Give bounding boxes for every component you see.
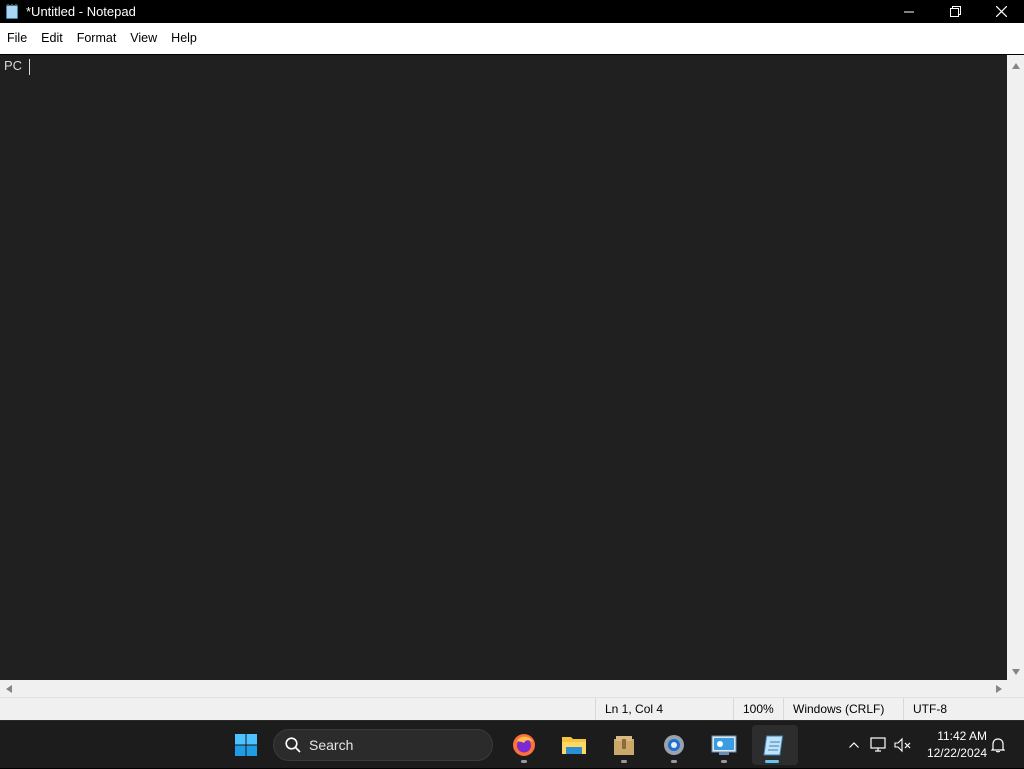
scroll-right-button[interactable] bbox=[990, 680, 1007, 697]
taskbar-clock[interactable]: 11:42 AM 12/22/2024 bbox=[913, 728, 987, 762]
taskbar-search[interactable]: Search bbox=[273, 729, 493, 761]
start-button[interactable] bbox=[226, 725, 266, 765]
menu-format[interactable]: Format bbox=[70, 23, 124, 54]
horizontal-scrollbar[interactable] bbox=[0, 680, 1007, 697]
scroll-up-button[interactable] bbox=[1007, 57, 1024, 74]
notepad-icon bbox=[763, 735, 784, 756]
restore-button[interactable] bbox=[932, 0, 978, 23]
show-hidden-icons-button[interactable] bbox=[844, 721, 864, 769]
running-indicator bbox=[721, 760, 727, 763]
encoding: UTF-8 bbox=[903, 698, 1024, 720]
search-icon bbox=[285, 737, 301, 753]
taskbar: Search 11:42 AM 12/22/2024 bbox=[0, 720, 1024, 768]
running-indicator bbox=[621, 760, 627, 763]
menu-bar: File Edit Format View Help bbox=[0, 23, 1024, 54]
window-controls bbox=[886, 0, 1024, 23]
close-icon bbox=[995, 6, 1007, 17]
clock-date: 12/22/2024 bbox=[926, 746, 987, 760]
network-icon bbox=[870, 737, 886, 752]
scroll-right-icon bbox=[995, 684, 1002, 693]
running-indicator bbox=[671, 760, 677, 763]
menu-help[interactable]: Help bbox=[164, 23, 204, 54]
status-bar: Ln 1, Col 4 100% Windows (CRLF) UTF-8 bbox=[0, 697, 1024, 720]
close-button[interactable] bbox=[978, 0, 1024, 23]
text-caret bbox=[28, 58, 30, 75]
taskbar-archive[interactable] bbox=[604, 725, 644, 765]
clock-time: 11:42 AM bbox=[937, 729, 987, 743]
volume-muted-icon bbox=[894, 737, 911, 753]
search-label: Search bbox=[309, 737, 354, 753]
editor-content[interactable]: PC bbox=[4, 58, 26, 73]
scroll-down-button[interactable] bbox=[1007, 663, 1024, 680]
volume-button[interactable] bbox=[892, 721, 914, 769]
zoom-level: 100% bbox=[733, 698, 783, 720]
scroll-down-icon bbox=[1011, 668, 1020, 675]
scroll-left-button[interactable] bbox=[0, 680, 17, 697]
taskbar-settings[interactable] bbox=[654, 725, 694, 765]
bell-icon bbox=[991, 738, 1005, 753]
taskbar-notepad[interactable] bbox=[752, 725, 798, 765]
vertical-scrollbar[interactable] bbox=[1007, 55, 1024, 680]
taskbar-control-panel[interactable] bbox=[704, 725, 744, 765]
control-panel-icon bbox=[711, 735, 737, 755]
active-indicator bbox=[765, 760, 779, 763]
restore-icon bbox=[949, 6, 961, 17]
minimize-icon bbox=[904, 11, 914, 12]
archive-icon bbox=[614, 736, 634, 755]
network-button[interactable] bbox=[868, 721, 890, 769]
notifications-button[interactable] bbox=[988, 721, 1008, 769]
chevron-up-icon bbox=[849, 742, 859, 748]
scrollbar-corner bbox=[1007, 680, 1024, 697]
menu-file[interactable]: File bbox=[0, 23, 34, 54]
file-explorer-icon bbox=[562, 737, 586, 754]
scroll-left-icon bbox=[5, 684, 12, 693]
scroll-up-icon bbox=[1011, 62, 1020, 69]
menu-edit[interactable]: Edit bbox=[34, 23, 70, 54]
line-ending: Windows (CRLF) bbox=[783, 698, 903, 720]
minimize-button[interactable] bbox=[886, 0, 932, 23]
menu-view[interactable]: View bbox=[123, 23, 164, 54]
running-indicator bbox=[521, 760, 527, 763]
text-editor[interactable]: PC bbox=[0, 55, 1007, 680]
settings-icon bbox=[664, 735, 684, 755]
taskbar-firefox[interactable] bbox=[504, 725, 544, 765]
cursor-position: Ln 1, Col 4 bbox=[595, 698, 733, 720]
firefox-icon bbox=[513, 734, 535, 756]
taskbar-file-explorer[interactable] bbox=[554, 725, 594, 765]
window-title: *Untitled - Notepad bbox=[26, 4, 136, 19]
notepad-app-icon bbox=[4, 3, 20, 20]
title-bar: *Untitled - Notepad bbox=[0, 0, 1024, 23]
start-icon bbox=[235, 734, 257, 756]
